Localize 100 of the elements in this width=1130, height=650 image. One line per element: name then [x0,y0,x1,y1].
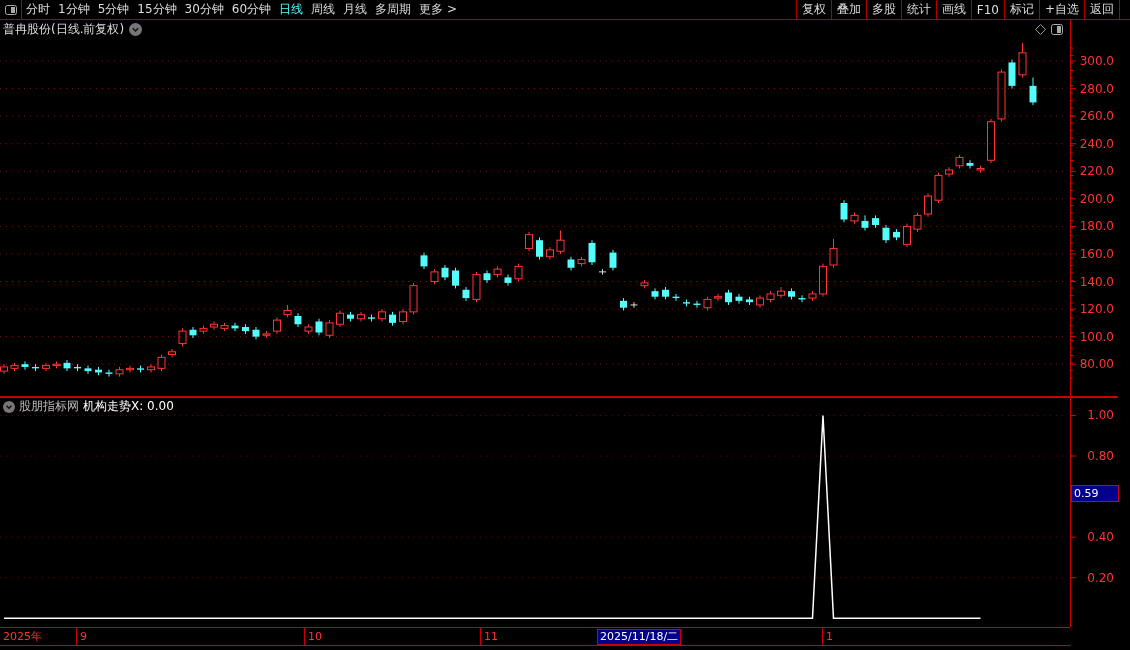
candle [819,263,827,298]
candle [10,362,19,372]
axis-label: 80.00 [1079,357,1114,372]
period-tab[interactable]: 多周期 [372,0,415,19]
toolbar-button[interactable]: F10 [970,0,1004,19]
candle [556,230,565,255]
candle [598,268,607,276]
axis-label: 100.0 [1079,329,1114,344]
candle [683,298,690,307]
candle [199,325,208,335]
candle [829,238,838,269]
candle [357,311,365,322]
candle [546,246,554,260]
candle [651,287,659,300]
candle [462,286,470,302]
candle [798,294,806,303]
candle [21,360,29,371]
candle [32,363,39,372]
candle [378,308,386,322]
period-tab[interactable]: 5分钟 [94,0,133,19]
toolbar-button[interactable]: 复权 [795,0,831,19]
candle [672,293,680,302]
candle [157,354,166,372]
toolbar-button[interactable]: 标记 [1003,0,1039,19]
candle [210,321,218,331]
candle [893,228,900,241]
period-tab[interactable]: 分时 [23,0,53,19]
candle [430,268,439,285]
candle [714,293,722,302]
candle [63,359,71,372]
period-tab[interactable]: 30分钟 [181,0,227,19]
candle [609,249,617,271]
candle [861,214,869,232]
panel-toggle-icon[interactable] [4,4,17,15]
candle [577,256,586,267]
toolbar-button[interactable]: 多股 [865,0,901,19]
axis-label: 0.40 [1087,530,1114,545]
candle [882,224,890,244]
candle [1029,77,1037,106]
candle [483,270,491,284]
candle [84,365,92,375]
toolbar-button[interactable]: 统计 [900,0,936,19]
candle [389,311,396,327]
candle [252,326,260,340]
candle [1018,42,1027,79]
candle [105,369,113,378]
dropdown-icon[interactable] [129,22,143,36]
candle [966,159,974,170]
axis-label: 240.0 [1079,136,1114,151]
chart-title: 普冉股份(日线.前复权) [3,20,125,38]
candle [315,318,323,336]
candle [808,290,817,302]
candle [231,322,239,332]
candle [242,323,249,335]
candle [283,304,292,318]
candle [746,296,753,306]
time-label: 2025年 [2,629,43,645]
candle [304,323,313,335]
period-tab[interactable]: 15分钟 [134,0,180,19]
candle [766,290,775,303]
candle [409,282,418,316]
candle [756,294,764,309]
candle [640,279,649,289]
axis-label: 280.0 [1079,81,1114,96]
indicator-source: 股朋指标网 [19,398,79,415]
candle [115,366,124,378]
axis-label: 180.0 [1079,219,1114,234]
period-tab[interactable]: 更多 > [416,0,460,19]
period-tab[interactable]: 月线 [340,0,371,19]
candle [840,199,848,223]
axis-label: 220.0 [1079,164,1114,179]
candle [777,286,785,299]
axis-label: 160.0 [1079,246,1114,261]
indicator-value: 机构走势X: 0.00 [83,398,174,415]
toolbar-button[interactable]: 叠加 [830,0,866,19]
candle [1008,59,1016,90]
period-tab[interactable]: 1分钟 [55,0,93,19]
period-tab[interactable]: 周线 [308,0,339,19]
dropdown-icon[interactable] [3,400,15,413]
time-label: 1 [822,628,1070,645]
axis-label: 0.80 [1087,449,1114,463]
candle [976,165,985,174]
time-label: 10 [304,628,480,645]
diamond-icon[interactable] [1035,23,1046,35]
toolbar-button[interactable]: 画线 [935,0,971,19]
candle [504,274,512,287]
period-tab[interactable]: 60分钟 [228,0,275,19]
candle [934,172,943,204]
candle [399,308,407,325]
candle [955,154,964,170]
candle [472,271,481,303]
toolbar-button[interactable]: 返回 [1084,0,1119,19]
candle [52,360,61,369]
candle [693,300,701,309]
toolbar-button[interactable]: +自选 [1038,0,1084,19]
panel-toggle-icon[interactable] [1051,23,1063,35]
candle [620,297,627,311]
crosshair-date: 2025/11/18/二 [597,629,682,645]
period-tab[interactable]: 日线 [276,0,307,19]
candle [441,264,449,281]
